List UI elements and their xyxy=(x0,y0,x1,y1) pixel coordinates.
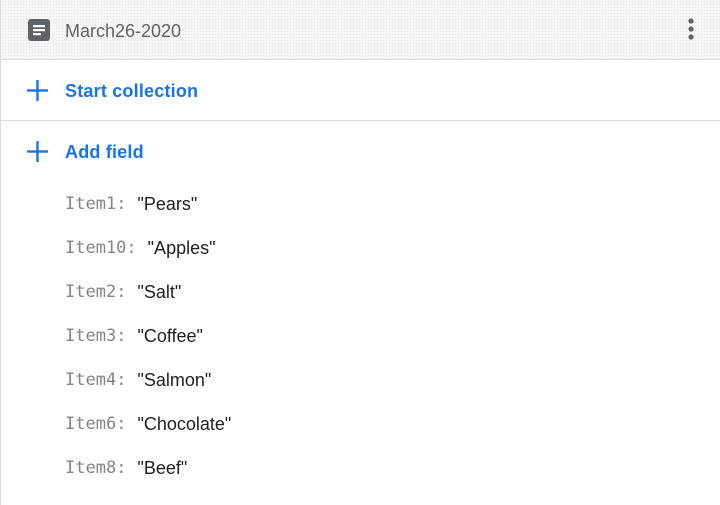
field-row[interactable]: Item1: "Pears" xyxy=(65,182,705,226)
field-colon: : xyxy=(116,370,127,390)
field-colon: : xyxy=(116,326,127,346)
field-colon: : xyxy=(116,458,127,478)
plus-icon xyxy=(27,141,48,162)
field-row[interactable]: Item6: "Chocolate" xyxy=(65,402,705,446)
field-row[interactable]: Item3: "Coffee" xyxy=(65,314,705,358)
document-panel: March26-2020 Start collection Add field … xyxy=(0,0,720,505)
field-value: "Apples" xyxy=(147,237,216,258)
field-colon: : xyxy=(116,414,127,434)
field-colon: : xyxy=(116,194,127,214)
more-vert-icon xyxy=(688,18,694,40)
field-row[interactable]: Item2: "Salt" xyxy=(65,270,705,314)
field-key: Item6 xyxy=(65,414,117,434)
field-colon: : xyxy=(126,238,137,258)
add-field-label: Add field xyxy=(65,142,144,162)
field-value: "Salt" xyxy=(137,281,182,302)
field-value: "Chocolate" xyxy=(137,413,232,434)
start-collection-button[interactable]: Start collection xyxy=(1,61,720,121)
field-key: Item1 xyxy=(65,194,117,214)
document-header: March26-2020 xyxy=(1,0,720,60)
field-key: Item4 xyxy=(65,370,117,390)
document-title: March26-2020 xyxy=(65,21,182,41)
field-value: "Beef" xyxy=(137,457,188,478)
more-options-button[interactable] xyxy=(677,14,705,46)
field-key: Item2 xyxy=(65,282,117,302)
start-collection-label: Start collection xyxy=(65,81,199,101)
document-icon xyxy=(28,19,50,41)
field-row[interactable]: Item4: "Salmon" xyxy=(65,358,705,402)
field-list: Item1: "Pears" Item10: "Apples" Item2: "Sal… xyxy=(65,182,705,490)
field-colon: : xyxy=(116,282,127,302)
field-key: Item8 xyxy=(65,458,117,478)
field-value: "Salmon" xyxy=(137,369,212,390)
field-row[interactable]: Item10: "Apples" xyxy=(65,226,705,270)
field-key: Item10 xyxy=(65,238,127,258)
field-value: "Coffee" xyxy=(137,325,203,346)
plus-icon xyxy=(27,80,48,101)
field-value: "Pears" xyxy=(137,193,198,214)
field-row[interactable]: Item8: "Beef" xyxy=(65,446,705,490)
field-key: Item3 xyxy=(65,326,117,346)
add-field-button[interactable]: Add field xyxy=(1,122,720,182)
